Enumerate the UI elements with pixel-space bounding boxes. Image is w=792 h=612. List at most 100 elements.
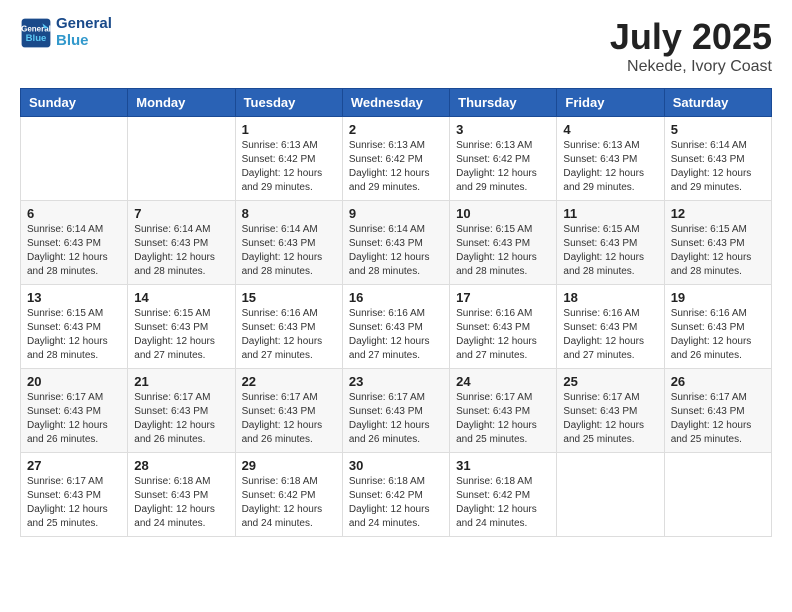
day-detail: Sunrise: 6:13 AM Sunset: 6:43 PM Dayligh… (563, 139, 657, 195)
day-number: 22 (242, 374, 336, 389)
day-number: 21 (134, 374, 228, 389)
day-number: 5 (671, 122, 765, 137)
day-detail: Sunrise: 6:14 AM Sunset: 6:43 PM Dayligh… (671, 139, 765, 195)
calendar-cell: 29 Sunrise: 6:18 AM Sunset: 6:42 PM Dayli… (235, 453, 342, 537)
calendar-cell: 6 Sunrise: 6:14 AM Sunset: 6:43 PM Daylig… (21, 201, 128, 285)
day-number: 24 (456, 374, 550, 389)
day-number: 26 (671, 374, 765, 389)
day-detail: Sunrise: 6:18 AM Sunset: 6:42 PM Dayligh… (242, 475, 336, 531)
calendar-cell: 3 Sunrise: 6:13 AM Sunset: 6:42 PM Daylig… (450, 117, 557, 201)
calendar-header-row: SundayMondayTuesdayWednesdayThursdayFrid… (21, 89, 772, 117)
calendar-cell: 10Sunrise: 6:15 AM Sunset: 6:43 PM Dayli… (450, 201, 557, 285)
weekday-header: Saturday (664, 89, 771, 117)
calendar-cell: 8Sunrise: 6:14 AM Sunset: 6:43 PM Daylig… (235, 201, 342, 285)
day-detail: Sunrise: 6:14 AM Sunset: 6:43 PM Dayligh… (134, 223, 228, 279)
day-number: 31 (456, 458, 550, 473)
calendar-cell: 7 Sunrise: 6:14 AM Sunset: 6:43 PM Daylig… (128, 201, 235, 285)
calendar-cell (664, 453, 771, 537)
calendar-cell (557, 453, 664, 537)
calendar-cell: 16Sunrise: 6:16 AM Sunset: 6:43 PM Dayli… (342, 285, 449, 369)
day-detail: Sunrise: 6:18 AM Sunset: 6:42 PM Dayligh… (456, 475, 550, 531)
calendar-cell: 23 Sunrise: 6:17 AM Sunset: 6:43 PM Dayli… (342, 369, 449, 453)
page: General Blue General Blue July 2025 Neke… (0, 0, 792, 557)
svg-text:General: General (21, 24, 51, 33)
day-number: 9 (349, 206, 443, 221)
weekday-header: Tuesday (235, 89, 342, 117)
calendar-week-row: 20 Sunrise: 6:17 AM Sunset: 6:43 PM Dayli… (21, 369, 772, 453)
day-detail: Sunrise: 6:18 AM Sunset: 6:42 PM Dayligh… (349, 475, 443, 531)
day-detail: Sunrise: 6:16 AM Sunset: 6:43 PM Dayligh… (456, 307, 550, 363)
day-number: 30 (349, 458, 443, 473)
day-detail: Sunrise: 6:18 AM Sunset: 6:43 PM Dayligh… (134, 475, 228, 531)
calendar-cell: 9 Sunrise: 6:14 AM Sunset: 6:43 PM Daylig… (342, 201, 449, 285)
day-number: 20 (27, 374, 121, 389)
title-block: July 2025 Nekede, Ivory Coast (610, 16, 772, 76)
location: Nekede, Ivory Coast (610, 58, 772, 76)
calendar-table: SundayMondayTuesdayWednesdayThursdayFrid… (20, 88, 772, 537)
calendar-cell: 18Sunrise: 6:16 AM Sunset: 6:43 PM Dayli… (557, 285, 664, 369)
day-number: 11 (563, 206, 657, 221)
calendar-cell: 19 Sunrise: 6:16 AM Sunset: 6:43 PM Dayli… (664, 285, 771, 369)
day-detail: Sunrise: 6:17 AM Sunset: 6:43 PM Dayligh… (671, 391, 765, 447)
calendar-cell: 31 Sunrise: 6:18 AM Sunset: 6:42 PM Dayli… (450, 453, 557, 537)
calendar-cell: 28 Sunrise: 6:18 AM Sunset: 6:43 PM Dayli… (128, 453, 235, 537)
day-number: 14 (134, 290, 228, 305)
day-detail: Sunrise: 6:13 AM Sunset: 6:42 PM Dayligh… (456, 139, 550, 195)
day-detail: Sunrise: 6:17 AM Sunset: 6:43 PM Dayligh… (134, 391, 228, 447)
logo: General Blue General Blue (20, 16, 112, 49)
calendar-cell: 17 Sunrise: 6:16 AM Sunset: 6:43 PM Dayli… (450, 285, 557, 369)
day-detail: Sunrise: 6:16 AM Sunset: 6:43 PM Dayligh… (349, 307, 443, 363)
day-detail: Sunrise: 6:15 AM Sunset: 6:43 PM Dayligh… (671, 223, 765, 279)
day-number: 7 (134, 206, 228, 221)
day-number: 12 (671, 206, 765, 221)
day-detail: Sunrise: 6:16 AM Sunset: 6:43 PM Dayligh… (563, 307, 657, 363)
day-number: 6 (27, 206, 121, 221)
calendar-cell: 25Sunrise: 6:17 AM Sunset: 6:43 PM Dayli… (557, 369, 664, 453)
day-detail: Sunrise: 6:17 AM Sunset: 6:43 PM Dayligh… (456, 391, 550, 447)
day-detail: Sunrise: 6:17 AM Sunset: 6:43 PM Dayligh… (242, 391, 336, 447)
logo-icon: General Blue (20, 17, 52, 49)
day-number: 4 (563, 122, 657, 137)
day-number: 27 (27, 458, 121, 473)
calendar-cell: 26 Sunrise: 6:17 AM Sunset: 6:43 PM Dayli… (664, 369, 771, 453)
calendar-cell: 4 Sunrise: 6:13 AM Sunset: 6:43 PM Daylig… (557, 117, 664, 201)
calendar-cell: 30 Sunrise: 6:18 AM Sunset: 6:42 PM Dayli… (342, 453, 449, 537)
day-number: 29 (242, 458, 336, 473)
month-year: July 2025 (610, 16, 772, 58)
calendar-cell: 13 Sunrise: 6:15 AM Sunset: 6:43 PM Dayli… (21, 285, 128, 369)
calendar-week-row: 27 Sunrise: 6:17 AM Sunset: 6:43 PM Dayli… (21, 453, 772, 537)
day-detail: Sunrise: 6:17 AM Sunset: 6:43 PM Dayligh… (349, 391, 443, 447)
weekday-header: Friday (557, 89, 664, 117)
calendar-week-row: 13 Sunrise: 6:15 AM Sunset: 6:43 PM Dayli… (21, 285, 772, 369)
day-number: 13 (27, 290, 121, 305)
day-number: 28 (134, 458, 228, 473)
day-number: 3 (456, 122, 550, 137)
weekday-header: Sunday (21, 89, 128, 117)
day-detail: Sunrise: 6:14 AM Sunset: 6:43 PM Dayligh… (349, 223, 443, 279)
calendar-cell: 15Sunrise: 6:16 AM Sunset: 6:43 PM Dayli… (235, 285, 342, 369)
day-number: 19 (671, 290, 765, 305)
day-detail: Sunrise: 6:15 AM Sunset: 6:43 PM Dayligh… (27, 307, 121, 363)
weekday-header: Wednesday (342, 89, 449, 117)
calendar-cell: 24 Sunrise: 6:17 AM Sunset: 6:43 PM Dayli… (450, 369, 557, 453)
day-number: 15 (242, 290, 336, 305)
day-number: 17 (456, 290, 550, 305)
day-detail: Sunrise: 6:17 AM Sunset: 6:43 PM Dayligh… (27, 475, 121, 531)
weekday-header: Thursday (450, 89, 557, 117)
calendar-cell: 21 Sunrise: 6:17 AM Sunset: 6:43 PM Dayli… (128, 369, 235, 453)
logo-general: General (56, 15, 112, 32)
calendar-cell: 2Sunrise: 6:13 AM Sunset: 6:42 PM Daylig… (342, 117, 449, 201)
calendar-cell: 27 Sunrise: 6:17 AM Sunset: 6:43 PM Dayli… (21, 453, 128, 537)
day-detail: Sunrise: 6:15 AM Sunset: 6:43 PM Dayligh… (563, 223, 657, 279)
calendar-cell: 22 Sunrise: 6:17 AM Sunset: 6:43 PM Dayli… (235, 369, 342, 453)
day-detail: Sunrise: 6:17 AM Sunset: 6:43 PM Dayligh… (563, 391, 657, 447)
calendar-cell: 20Sunrise: 6:17 AM Sunset: 6:43 PM Dayli… (21, 369, 128, 453)
calendar-week-row: 1Sunrise: 6:13 AM Sunset: 6:42 PM Daylig… (21, 117, 772, 201)
logo-blue: Blue (56, 32, 89, 49)
calendar-cell: 12 Sunrise: 6:15 AM Sunset: 6:43 PM Dayli… (664, 201, 771, 285)
day-number: 23 (349, 374, 443, 389)
day-detail: Sunrise: 6:14 AM Sunset: 6:43 PM Dayligh… (27, 223, 121, 279)
day-detail: Sunrise: 6:16 AM Sunset: 6:43 PM Dayligh… (671, 307, 765, 363)
day-detail: Sunrise: 6:13 AM Sunset: 6:42 PM Dayligh… (349, 139, 443, 195)
day-detail: Sunrise: 6:15 AM Sunset: 6:43 PM Dayligh… (134, 307, 228, 363)
